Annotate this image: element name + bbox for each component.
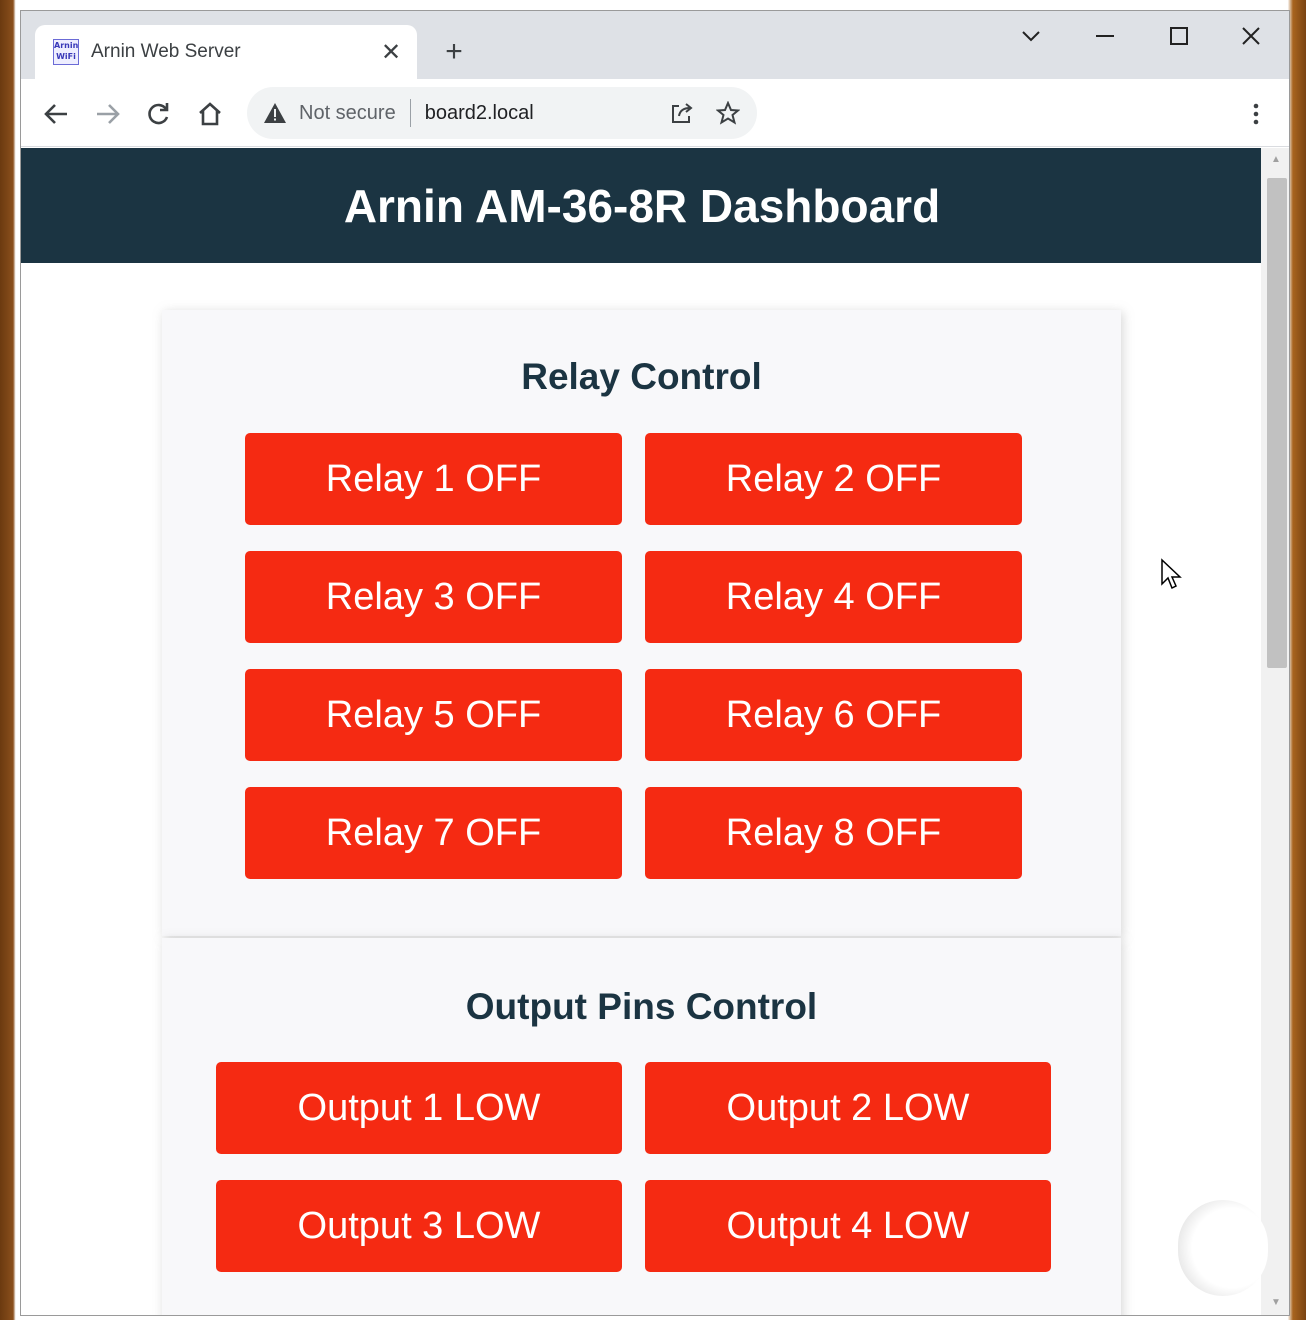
page-viewport: Arnin AM-36-8R Dashboard Relay Control R… xyxy=(21,148,1263,1315)
security-status[interactable]: Not secure xyxy=(299,102,396,125)
output-2-button[interactable]: Output 2 LOW xyxy=(645,1062,1051,1154)
forward-icon[interactable] xyxy=(91,97,125,131)
relay-7-button[interactable]: Relay 7 OFF xyxy=(245,787,622,879)
new-tab-button[interactable]: + xyxy=(439,35,469,68)
favicon-icon: Arnin WiFi xyxy=(53,39,79,65)
warning-icon[interactable] xyxy=(263,101,287,125)
tab-close-icon[interactable]: ✕ xyxy=(377,38,405,66)
relay-1-button[interactable]: Relay 1 OFF xyxy=(245,433,622,525)
browser-window: Arnin WiFi Arnin Web Server ✕ + Not secu… xyxy=(20,10,1290,1316)
browser-toolbar: Not secure board2.local xyxy=(21,79,1289,147)
output-pins-card: Output Pins Control Output 1 LOW Output … xyxy=(162,938,1121,1315)
relay-5-button[interactable]: Relay 5 OFF xyxy=(245,669,622,761)
vertical-scrollbar[interactable]: ▲ ▼ xyxy=(1261,148,1289,1315)
relay-3-button[interactable]: Relay 3 OFF xyxy=(245,551,622,643)
floating-overlay xyxy=(1178,1200,1268,1296)
menu-icon[interactable] xyxy=(1241,99,1271,129)
scroll-up-icon[interactable]: ▲ xyxy=(1269,154,1283,168)
tab-title: Arnin Web Server xyxy=(91,41,241,62)
relay-control-card: Relay Control Relay 1 OFF Relay 2 OFF Re… xyxy=(162,310,1121,936)
minimize-icon[interactable] xyxy=(1083,21,1127,51)
output-1-button[interactable]: Output 1 LOW xyxy=(216,1062,622,1154)
output-4-button[interactable]: Output 4 LOW xyxy=(645,1180,1051,1272)
output-pins-heading: Output Pins Control xyxy=(465,986,818,1027)
scroll-down-icon[interactable]: ▼ xyxy=(1269,1297,1283,1311)
scroll-thumb[interactable] xyxy=(1267,178,1287,668)
tab-strip: Arnin WiFi Arnin Web Server ✕ + xyxy=(21,11,1289,79)
share-icon[interactable] xyxy=(665,96,699,130)
divider xyxy=(409,99,411,127)
relay-2-button[interactable]: Relay 2 OFF xyxy=(645,433,1022,525)
url-text[interactable]: board2.local xyxy=(425,102,665,125)
page-title: Arnin AM-36-8R Dashboard xyxy=(343,179,941,232)
window-close-icon[interactable] xyxy=(1229,21,1273,51)
mouse-cursor-icon xyxy=(1161,558,1182,590)
home-icon[interactable] xyxy=(193,97,227,131)
maximize-icon[interactable] xyxy=(1157,21,1201,51)
output-3-button[interactable]: Output 3 LOW xyxy=(216,1180,622,1272)
tab-active[interactable]: Arnin WiFi Arnin Web Server ✕ xyxy=(35,25,417,79)
relay-6-button[interactable]: Relay 6 OFF xyxy=(645,669,1022,761)
tab-search-dropdown-icon[interactable] xyxy=(1009,21,1053,51)
reload-icon[interactable] xyxy=(141,97,175,131)
relay-4-button[interactable]: Relay 4 OFF xyxy=(645,551,1022,643)
relay-8-button[interactable]: Relay 8 OFF xyxy=(645,787,1022,879)
favicon-text: Arnin WiFi xyxy=(54,41,79,61)
address-bar[interactable]: Not secure board2.local xyxy=(247,87,757,139)
relay-control-heading: Relay Control xyxy=(521,356,762,397)
back-icon[interactable] xyxy=(39,97,73,131)
star-icon[interactable] xyxy=(711,96,745,130)
page-header: Arnin AM-36-8R Dashboard xyxy=(21,148,1263,263)
